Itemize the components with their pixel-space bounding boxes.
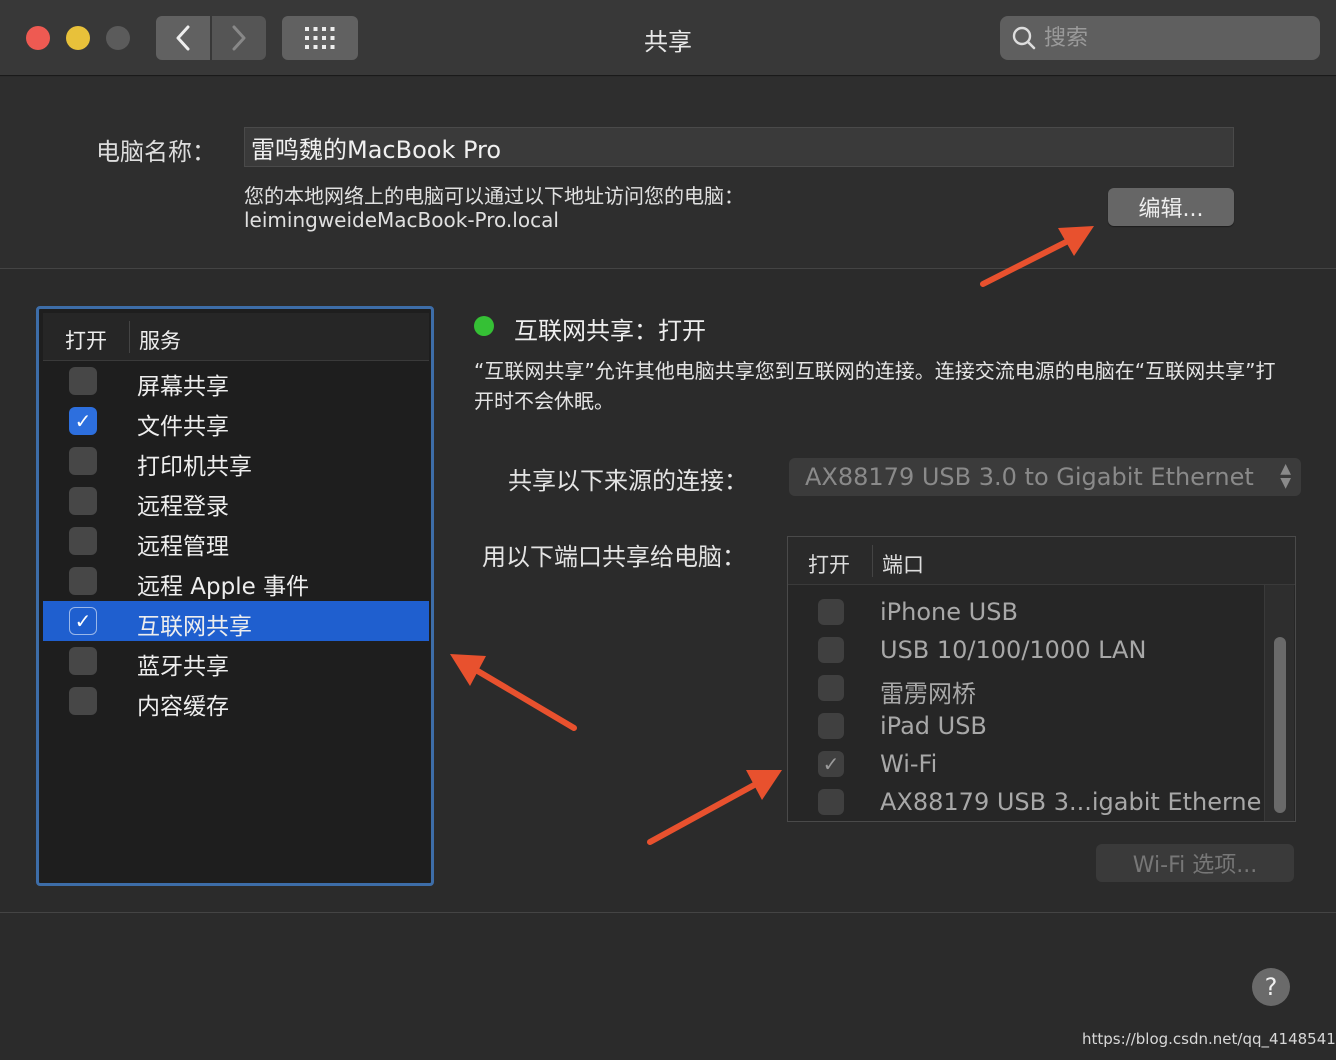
address-description: 您的本地网络上的电脑可以通过以下地址访问您的电脑： [244,184,744,208]
arrow-head-icon [450,654,486,686]
service-status-title: 互联网共享：打开 [514,317,706,345]
service-row-printer-sharing[interactable]: 打印机共享 [43,441,429,481]
port-row-wifi[interactable]: ✓ Wi-Fi [788,745,1262,783]
column-divider [129,321,130,353]
service-row-screen-sharing[interactable]: 屏幕共享 [43,361,429,401]
port-label: iPad USB [880,712,987,740]
checkmark-icon: ✓ [74,609,92,633]
share-from-value: AX88179 USB 3.0 to Gigabit Ethernet [805,463,1254,491]
port-label: 雷雳网桥 [880,680,976,707]
port-row-thunderbolt-bridge[interactable]: 雷雳网桥 [788,669,1262,707]
checkmark-icon: ✓ [822,752,840,776]
port-checkbox[interactable] [818,637,844,663]
computer-name-input[interactable] [244,127,1234,167]
ports-list: 打开 端口 iPhone USB USB 10/100/1000 LAN 雷雳网… [787,536,1296,822]
service-checkbox[interactable] [69,527,97,555]
port-row-iphone-usb[interactable]: iPhone USB [788,593,1262,631]
port-label: Wi-Fi [880,750,938,778]
scrollbar-thumb[interactable] [1274,637,1286,813]
column-divider [872,545,873,577]
service-label: 互联网共享 [137,614,252,640]
service-checkbox[interactable] [69,447,97,475]
title-bar: 共享 [0,0,1336,76]
service-checkbox[interactable]: ✓ [69,607,97,635]
port-checkbox[interactable] [818,713,844,739]
column-header-service[interactable]: 服务 [139,325,181,355]
service-row-content-caching[interactable]: 内容缓存 [43,681,429,721]
arrow-head-icon [746,770,782,800]
port-row-ipad-usb[interactable]: iPad USB [788,707,1262,745]
ports-scrollbar[interactable] [1264,585,1294,821]
service-label: 打印机共享 [137,454,252,480]
port-row-usb-lan[interactable]: USB 10/100/1000 LAN [788,631,1262,669]
service-label: 文件共享 [137,414,229,440]
share-from-label: 共享以下来源的连接： [508,467,748,495]
port-label: USB 10/100/1000 LAN [880,636,1147,664]
search-icon [1012,26,1036,50]
up-down-chevron-icon: ▲ ▼ [1280,461,1291,491]
computer-name-label: 电脑名称： [96,138,216,166]
port-checkbox[interactable] [818,789,844,815]
share-from-select[interactable]: AX88179 USB 3.0 to Gigabit Ethernet ▲ ▼ [789,458,1301,496]
column-header-on[interactable]: 打开 [65,325,107,355]
column-header-on[interactable]: 打开 [808,549,850,579]
arrow-to-wifi-port [647,781,759,845]
search-field[interactable] [1000,16,1320,60]
service-checkbox[interactable] [69,687,97,715]
search-input[interactable] [1044,25,1304,51]
watermark: https://blog.csdn.net/qq_41485414 [1082,1030,1336,1048]
service-checkbox[interactable] [69,367,97,395]
computer-name-panel [0,77,1336,269]
port-checkbox[interactable]: ✓ [818,751,844,777]
service-row-bluetooth-sharing[interactable]: 蓝牙共享 [43,641,429,681]
service-label: 屏幕共享 [137,374,229,400]
local-hostname: leimingweideMacBook-Pro.local [244,208,559,232]
arrow-to-services-list [473,667,577,731]
services-list: 打开 服务 屏幕共享 ✓ 文件共享 打印机共享 远程登录 远程管理 远程 App… [36,306,434,886]
service-checkbox[interactable] [69,647,97,675]
share-to-label: 用以下端口共享给电脑： [482,543,746,571]
services-list-header: 打开 服务 [43,313,429,361]
port-checkbox[interactable] [818,675,844,701]
service-row-file-sharing[interactable]: ✓ 文件共享 [43,401,429,441]
service-label: 内容缓存 [137,694,229,720]
status-indicator [474,316,494,336]
divider [0,912,1336,913]
service-description: “互联网共享”允许其他电脑共享您到互联网的连接。连接交流电源的电脑在“互联网共享… [474,359,1276,413]
help-button[interactable]: ? [1252,968,1290,1006]
column-header-port[interactable]: 端口 [882,549,924,579]
edit-button[interactable]: 编辑... [1108,188,1234,226]
port-label: iPhone USB [880,598,1018,626]
service-row-internet-sharing[interactable]: ✓ 互联网共享 [43,601,429,641]
ports-list-header: 打开 端口 [788,537,1295,585]
service-label: 远程登录 [137,494,229,520]
service-checkbox[interactable] [69,487,97,515]
service-label: 远程 Apple 事件 [137,574,310,600]
port-label: AX88179 USB 3...igabit Ethernet [880,788,1262,816]
service-checkbox[interactable] [69,567,97,595]
service-label: 远程管理 [137,534,229,560]
service-checkbox[interactable]: ✓ [69,407,97,435]
checkmark-icon: ✓ [74,409,92,433]
service-row-remote-management[interactable]: 远程管理 [43,521,429,561]
wifi-options-button[interactable]: Wi-Fi 选项... [1096,844,1294,882]
service-label: 蓝牙共享 [137,654,229,680]
port-row-ax88179[interactable]: AX88179 USB 3...igabit Ethernet [788,783,1262,821]
service-row-remote-login[interactable]: 远程登录 [43,481,429,521]
service-row-remote-apple-events[interactable]: 远程 Apple 事件 [43,561,429,601]
port-checkbox[interactable] [818,599,844,625]
